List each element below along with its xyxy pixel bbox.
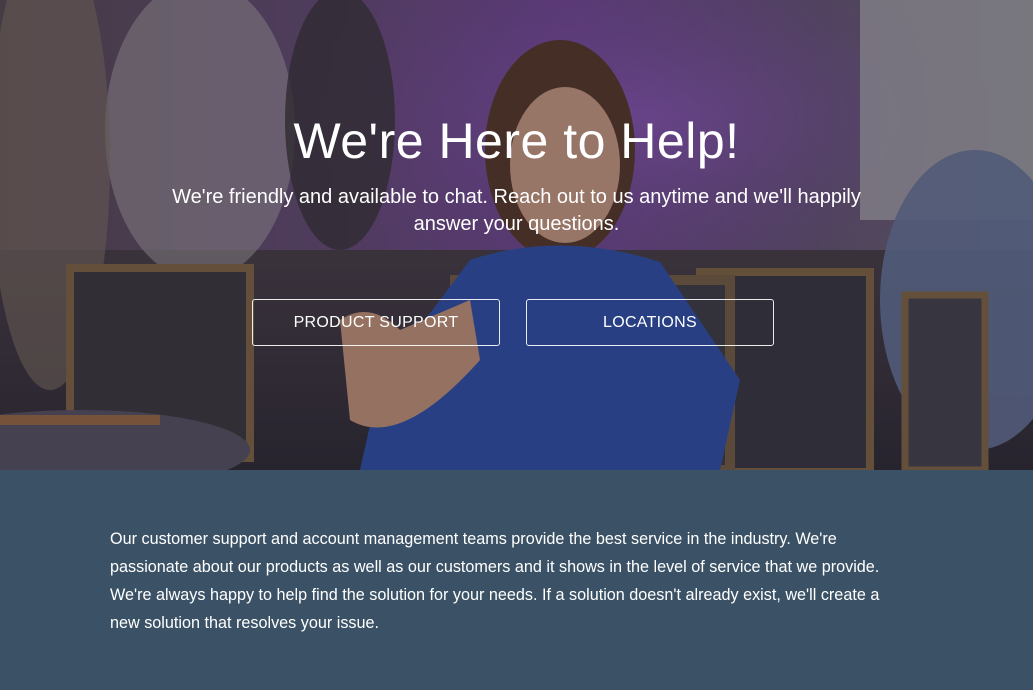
hero-subtitle: We're friendly and available to chat. Re… bbox=[172, 186, 861, 235]
info-section: Our customer support and account managem… bbox=[0, 470, 1033, 690]
locations-button[interactable]: LOCATIONS bbox=[526, 299, 774, 346]
hero-section: We're Here to Help! We're friendly and a… bbox=[0, 0, 1033, 470]
page-title: We're Here to Help! bbox=[293, 113, 740, 169]
info-paragraph: Our customer support and account managem… bbox=[110, 530, 880, 632]
product-support-label: PRODUCT SUPPORT bbox=[293, 313, 459, 331]
locations-label: LOCATIONS bbox=[603, 313, 697, 331]
hero-content: We're Here to Help! We're friendly and a… bbox=[0, 0, 1033, 470]
product-support-button[interactable]: PRODUCT SUPPORT bbox=[252, 299, 500, 346]
